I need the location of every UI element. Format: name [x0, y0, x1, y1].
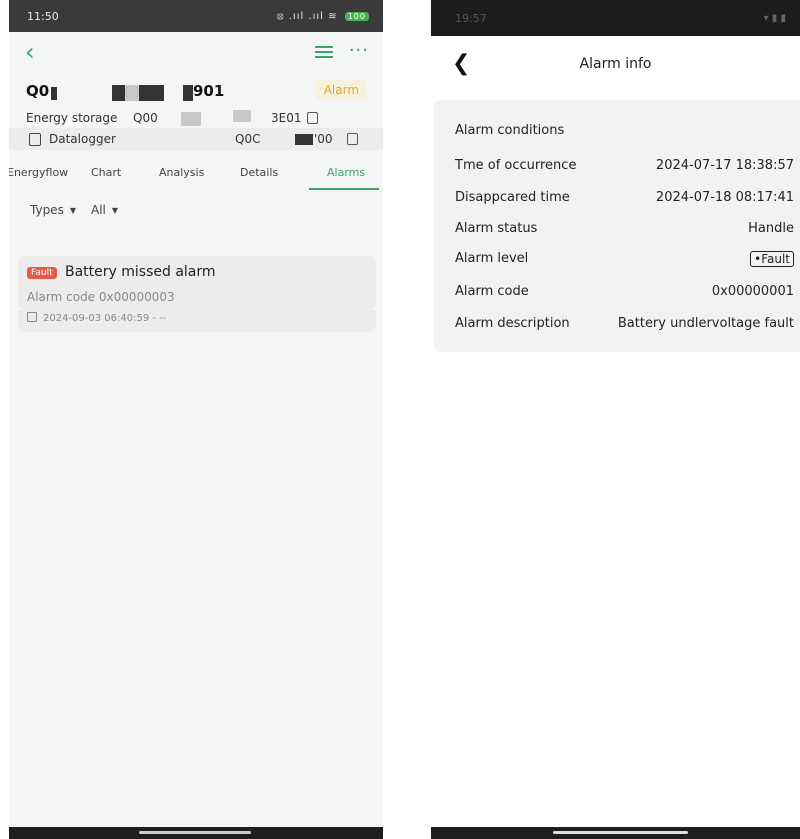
- info-row-code: Alarm code 0x00000001: [455, 284, 794, 304]
- tab-energyflow[interactable]: Energyflow: [9, 166, 68, 179]
- status-time: 19:57: [455, 11, 487, 25]
- caret-down-icon: ▼: [69, 206, 76, 215]
- datalogger-row: Datalogger Q0C '00: [9, 128, 383, 150]
- filter-bar: Types ▼ All ▼: [9, 190, 383, 228]
- info-row-disappeared: Disappcared time 2024-07-18 08:17:41: [455, 190, 794, 210]
- copy-icon[interactable]: [347, 133, 358, 145]
- page-header: ❮ Alarm info: [431, 36, 800, 96]
- types-filter[interactable]: Types ▼: [30, 203, 76, 217]
- device-name: Q0: [26, 82, 50, 100]
- info-row-level: Alarm level •Fault: [455, 251, 794, 271]
- tab-details[interactable]: Details: [240, 166, 278, 179]
- device-header: Q0 901 Alarm: [9, 76, 383, 108]
- info-key: Tme of occurrence: [455, 158, 577, 173]
- status-icons: ⦻ .ııl .ııl ≋ 100: [277, 11, 369, 22]
- alarm-info-panel: Alarm conditions Tme of occurrence 2024-…: [434, 100, 800, 352]
- info-key: Alarm description: [455, 316, 570, 331]
- status-bar: 19:57 ▾ ▮ ▮: [431, 0, 800, 36]
- battery-icon: 100: [344, 11, 369, 21]
- info-key: Disappcared time: [455, 190, 570, 205]
- energy-storage-row: Energy storage Q00 3E01: [9, 108, 383, 128]
- info-value: 0x00000001: [711, 284, 794, 299]
- status-bar: 11:50 ⦻ .ııl .ııl ≋ 100: [9, 0, 383, 32]
- alarm-card-footer: 2024-09-03 06:40:59 - --: [18, 310, 376, 332]
- caret-down-icon: ▼: [111, 206, 119, 215]
- top-nav: ‹ ···: [9, 32, 383, 76]
- alarm-code: Alarm code 0x00000003: [27, 290, 175, 304]
- info-key: Alarm code: [455, 284, 529, 299]
- info-value: Battery undlervoltage fault: [617, 316, 794, 331]
- info-value: 2024-07-18 08:17:41: [655, 190, 794, 205]
- device-name-suffix: 901: [193, 82, 225, 100]
- alarm-time: 2024-09-03 06:40:59 - --: [27, 312, 166, 324]
- energy-storage-serial: Q00: [133, 111, 158, 125]
- redaction: [183, 85, 193, 101]
- tab-bar: Energyflow Chart Analysis Details Alarms: [9, 154, 383, 190]
- fault-tag: Fault: [27, 267, 57, 279]
- info-row-occurrence: Tme of occurrence 2024-07-17 18:38:57: [455, 158, 794, 178]
- alarm-card[interactable]: Fault Battery missed alarm Alarm code 0x…: [18, 256, 376, 310]
- info-row-status: Alarm status Handle: [455, 221, 794, 241]
- back-icon[interactable]: ‹: [25, 40, 35, 64]
- redaction: [125, 85, 139, 101]
- energy-storage-serial-suffix: 3E01: [271, 111, 302, 125]
- copy-icon[interactable]: [307, 112, 318, 124]
- redaction: [295, 134, 313, 145]
- info-row-description: Alarm description Battery undlervoltage …: [455, 316, 794, 336]
- info-row-conditions: Alarm conditions: [455, 123, 794, 143]
- home-indicator[interactable]: [139, 831, 251, 834]
- status-time: 11:50: [27, 9, 59, 23]
- datalogger-serial-suffix: '00: [314, 132, 333, 146]
- datalogger-serial: Q0C: [235, 132, 261, 146]
- more-icon[interactable]: ···: [349, 40, 369, 61]
- redaction: [181, 112, 201, 126]
- alarm-status-badge: Alarm: [315, 80, 367, 100]
- redaction: [233, 110, 251, 122]
- settings-sliders-icon[interactable]: [315, 46, 333, 60]
- alarm-level-badge: •Fault: [750, 251, 794, 267]
- alarm-title: Battery missed alarm: [65, 264, 216, 280]
- info-key: Alarm conditions: [455, 123, 565, 138]
- tab-analysis[interactable]: Analysis: [159, 166, 204, 179]
- info-key: Alarm level: [455, 251, 529, 266]
- redaction: [51, 87, 57, 100]
- status-icons: ▾ ▮ ▮: [763, 12, 786, 24]
- right-phone-screen: 19:57 ▾ ▮ ▮ ❮ Alarm info Alarm condition…: [431, 0, 800, 839]
- info-value: Handle: [748, 221, 794, 236]
- info-value: 2024-07-17 18:38:57: [655, 158, 794, 173]
- signal-icon: ⦻ .ııl .ııl ≋: [276, 10, 338, 22]
- datalogger-label: Datalogger: [49, 132, 116, 146]
- home-indicator[interactable]: [553, 831, 688, 834]
- left-phone-screen: 11:50 ⦻ .ııl .ııl ≋ 100 ‹ ··· Q0 901 Ala…: [9, 0, 383, 839]
- tab-chart[interactable]: Chart: [91, 166, 121, 179]
- all-filter[interactable]: All ▼: [91, 203, 118, 217]
- datalogger-icon: [29, 133, 41, 146]
- calendar-icon: [27, 312, 37, 322]
- info-key: Alarm status: [455, 221, 538, 236]
- tab-alarms[interactable]: Alarms: [327, 166, 365, 179]
- page-title: Alarm info: [579, 56, 652, 72]
- energy-storage-label: Energy storage: [26, 111, 118, 125]
